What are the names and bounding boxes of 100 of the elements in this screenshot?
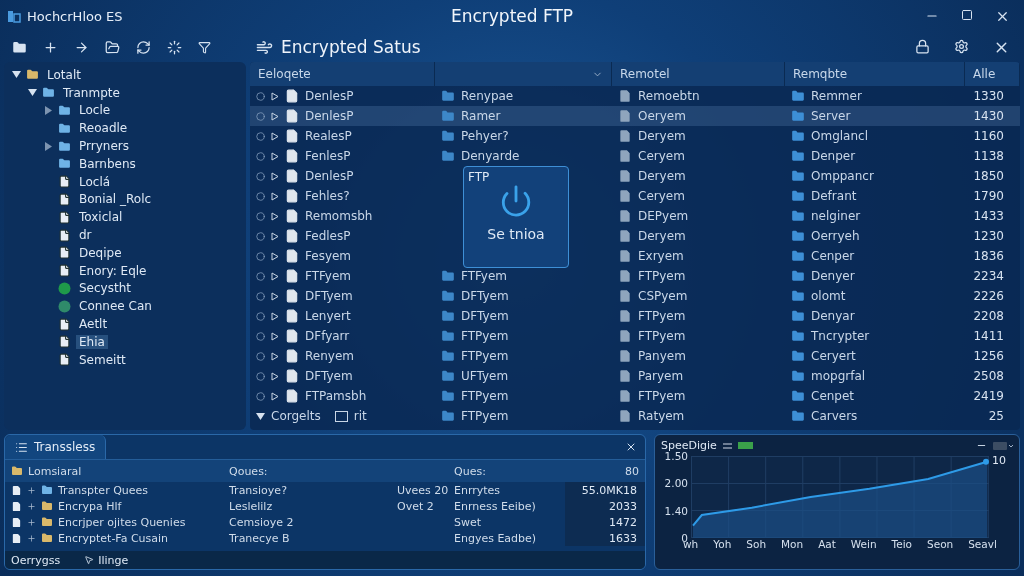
maximize-button[interactable] [961,8,973,21]
queue-name[interactable]: Transpter Quees [58,483,149,497]
column-header[interactable]: Remqbte [785,62,965,86]
column-header[interactable]: 80 [565,460,645,482]
column-header[interactable]: Ques: [448,460,565,482]
remote-file[interactable]: Denper [811,149,856,163]
tree-item[interactable]: Locle [76,103,114,118]
close-icon[interactable] [625,441,637,453]
remote-file[interactable]: Cenper [811,249,855,263]
folder-icon [58,139,71,153]
remote-file[interactable]: Cenpet [811,389,855,403]
tree-item[interactable]: Prryners [76,139,132,154]
folder-icon [791,249,805,263]
file-name[interactable]: FTPamsbh [305,389,367,403]
tree-item[interactable]: Bonial _Rolc [76,192,155,207]
tree-item[interactable]: Reoadle [76,121,131,136]
folder-icon [791,329,805,343]
add-icon[interactable] [43,39,58,55]
refresh-icon[interactable] [136,39,151,55]
file-name[interactable]: DFTyem [305,369,353,383]
file-name[interactable]: RealesP [305,129,352,143]
popup-label: Se tnioa [487,226,545,242]
collapse-arrow-icon[interactable] [44,106,53,115]
remote-file[interactable]: nelginer [811,209,861,223]
file-name[interactable]: Remomsbh [305,209,373,223]
lock-icon[interactable] [915,38,930,54]
folder-icon [41,500,53,512]
tree-item[interactable]: Enory: Eqle [76,263,150,278]
collapse-arrow-icon[interactable] [44,141,53,151]
folder-outline-icon[interactable] [105,39,120,55]
column-header[interactable]: Remotel [612,62,785,86]
axis-label: 1.40 [664,504,688,517]
file-name[interactable]: DenlesP [305,109,354,123]
tree-item[interactable]: Tranmpte [60,85,123,100]
file-name[interactable]: DFTyem [305,289,353,303]
column-header[interactable]: Qoues: [223,460,391,482]
plus-icon [27,485,36,495]
file-name[interactable]: DFfyarr [305,329,350,343]
folder-icon [791,109,805,123]
queue-name[interactable]: Encryptet-Fa Cusain [58,531,169,545]
column-header[interactable]: Lomsiaral [5,460,223,482]
checkbox[interactable] [334,410,348,422]
remote-file[interactable]: Carvers [811,409,858,423]
filter-icon[interactable] [198,40,211,54]
dropdown-control[interactable] [993,441,1013,450]
remote-file[interactable]: olomt [811,289,846,303]
remote-file[interactable]: Tncrypter [811,329,870,343]
settings-icon[interactable] [954,38,969,54]
folder-icon [58,121,71,135]
remote-file[interactable]: Omppancr [811,169,874,183]
remote-file[interactable]: Omglancl [811,129,868,143]
remote-file[interactable]: Remmer [811,89,862,103]
expand-arrow-icon[interactable] [28,88,37,98]
tree-item[interactable]: dr [76,228,95,243]
tree-item[interactable]: Aetlt [76,317,111,332]
remote-file[interactable]: mopgrfal [811,369,866,383]
column-header[interactable]: Alle [965,62,1020,86]
remote-file[interactable]: Defrant [811,189,857,203]
expand-arrow-icon[interactable] [12,70,21,80]
tree-item[interactable]: Deqipe [76,245,125,260]
file-type: DFTyem [461,289,509,303]
arrow-right-icon[interactable] [74,39,89,55]
file-icon [285,129,299,143]
file-name[interactable]: Lenyert [305,309,351,323]
tree-item[interactable]: Ehia [76,334,108,349]
file-name[interactable]: Renyem [305,349,354,363]
column-header[interactable]: Eeloqete [250,62,435,86]
remote-file[interactable]: Denyar [811,309,855,323]
tree-item[interactable]: Loclá [76,174,114,189]
axis-label: Yoh [713,538,732,552]
tree-item[interactable]: Lotalt [44,67,84,82]
tree-item[interactable]: Connee Can [76,299,155,314]
folder-icon [441,89,455,103]
file-name[interactable]: DenlesP [305,169,354,183]
remote-file[interactable]: Ceryert [811,349,856,363]
file-name[interactable]: DenlesP [305,89,354,103]
file-name[interactable]: Fehles? [305,189,350,203]
remote-file[interactable]: Oerryeh [811,229,860,243]
tree-item[interactable]: Barnbens [76,156,139,171]
file-name[interactable]: FedlesP [305,229,351,243]
queue-name[interactable]: Encrypa Hlf [58,499,122,513]
folder-icon[interactable] [12,39,27,55]
remote-file[interactable]: Denyer [811,269,855,283]
sync-icon[interactable] [167,39,182,55]
file-icon [285,309,299,323]
queue-name[interactable]: Encrjper ojites Quenies [58,515,186,529]
file-name[interactable]: FTFyem [305,269,351,283]
file-name[interactable]: Fesyem [305,249,352,263]
tree-item[interactable]: Semeitt [76,352,129,367]
file-type: Ramer [461,109,501,123]
file-icon [285,269,299,283]
table-cell-text: Swet [453,514,483,530]
remote-file[interactable]: Server [811,109,851,123]
file-name[interactable]: FenlesP [305,149,351,163]
file-size: 2419 [972,388,1005,405]
tree-item[interactable]: Secystht [76,281,134,296]
tree-item[interactable]: Toxiclal [76,210,126,225]
folder-icon [441,369,455,383]
transfers-tab[interactable]: Transsless [5,435,107,459]
remote-name: Panyem [638,349,686,363]
